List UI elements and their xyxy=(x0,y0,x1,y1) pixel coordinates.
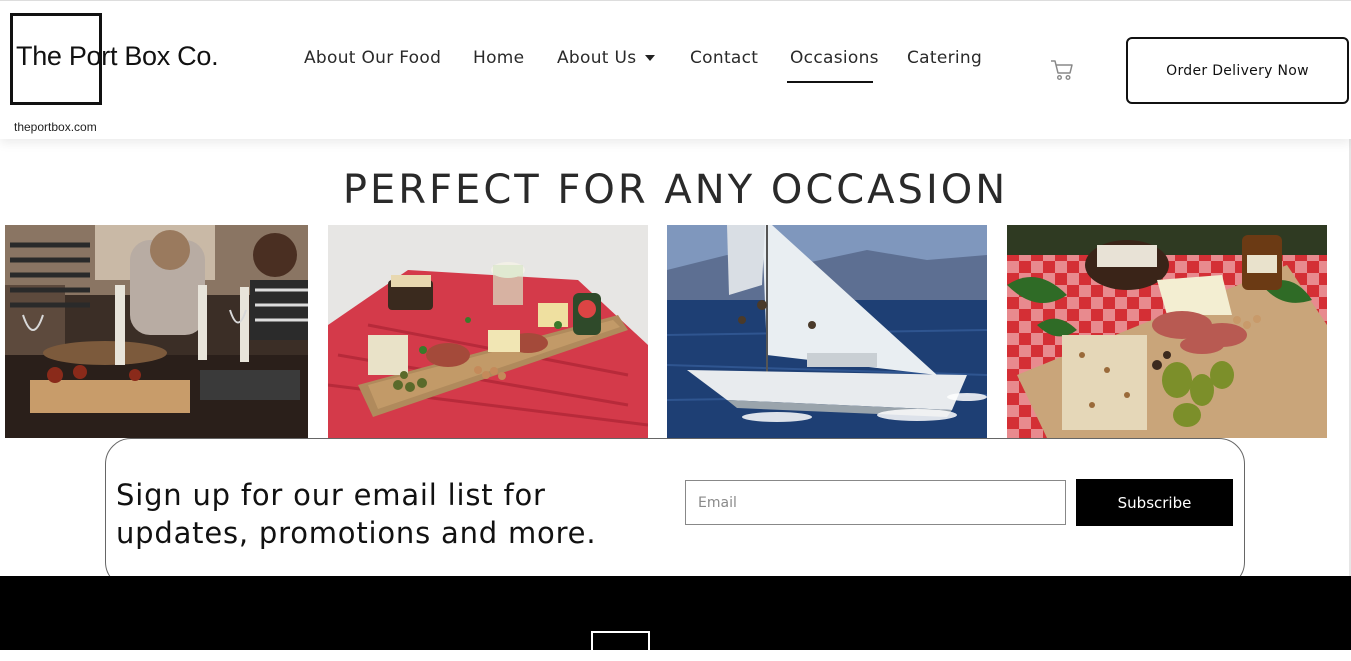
active-nav-underline xyxy=(787,81,873,83)
nav-about-us[interactable]: About Us xyxy=(557,48,656,68)
nav-about-us-label: About Us xyxy=(557,48,637,68)
nav-occasions[interactable]: Occasions xyxy=(790,48,879,68)
logo-text[interactable]: The Port Box Co. xyxy=(16,41,219,72)
sailboat-photo xyxy=(667,225,987,438)
email-field[interactable] xyxy=(685,480,1066,525)
site-header: The Port Box Co. theportbox.com About Ou… xyxy=(0,0,1351,139)
checkered-charcuterie-photo xyxy=(1007,225,1327,438)
cart-icon[interactable] xyxy=(1050,59,1074,81)
nav-about-our-food[interactable]: About Our Food xyxy=(304,48,441,68)
friends-dinner-photo xyxy=(5,225,308,438)
logo-url: theportbox.com xyxy=(14,120,97,134)
signup-heading: Sign up for our email list for updates, … xyxy=(116,478,597,550)
section-title: PERFECT FOR ANY OCCASION xyxy=(342,166,1009,213)
nav-contact[interactable]: Contact xyxy=(690,48,758,68)
footer-logo[interactable] xyxy=(591,631,650,661)
site-footer xyxy=(0,576,1351,650)
nav-catering[interactable]: Catering xyxy=(907,48,982,68)
subscribe-button[interactable]: Subscribe xyxy=(1076,479,1233,526)
caret-down-icon xyxy=(645,55,656,61)
picnic-charcuterie-photo xyxy=(328,225,648,438)
nav-home[interactable]: Home xyxy=(473,48,524,68)
order-delivery-button[interactable]: Order Delivery Now xyxy=(1126,37,1349,104)
